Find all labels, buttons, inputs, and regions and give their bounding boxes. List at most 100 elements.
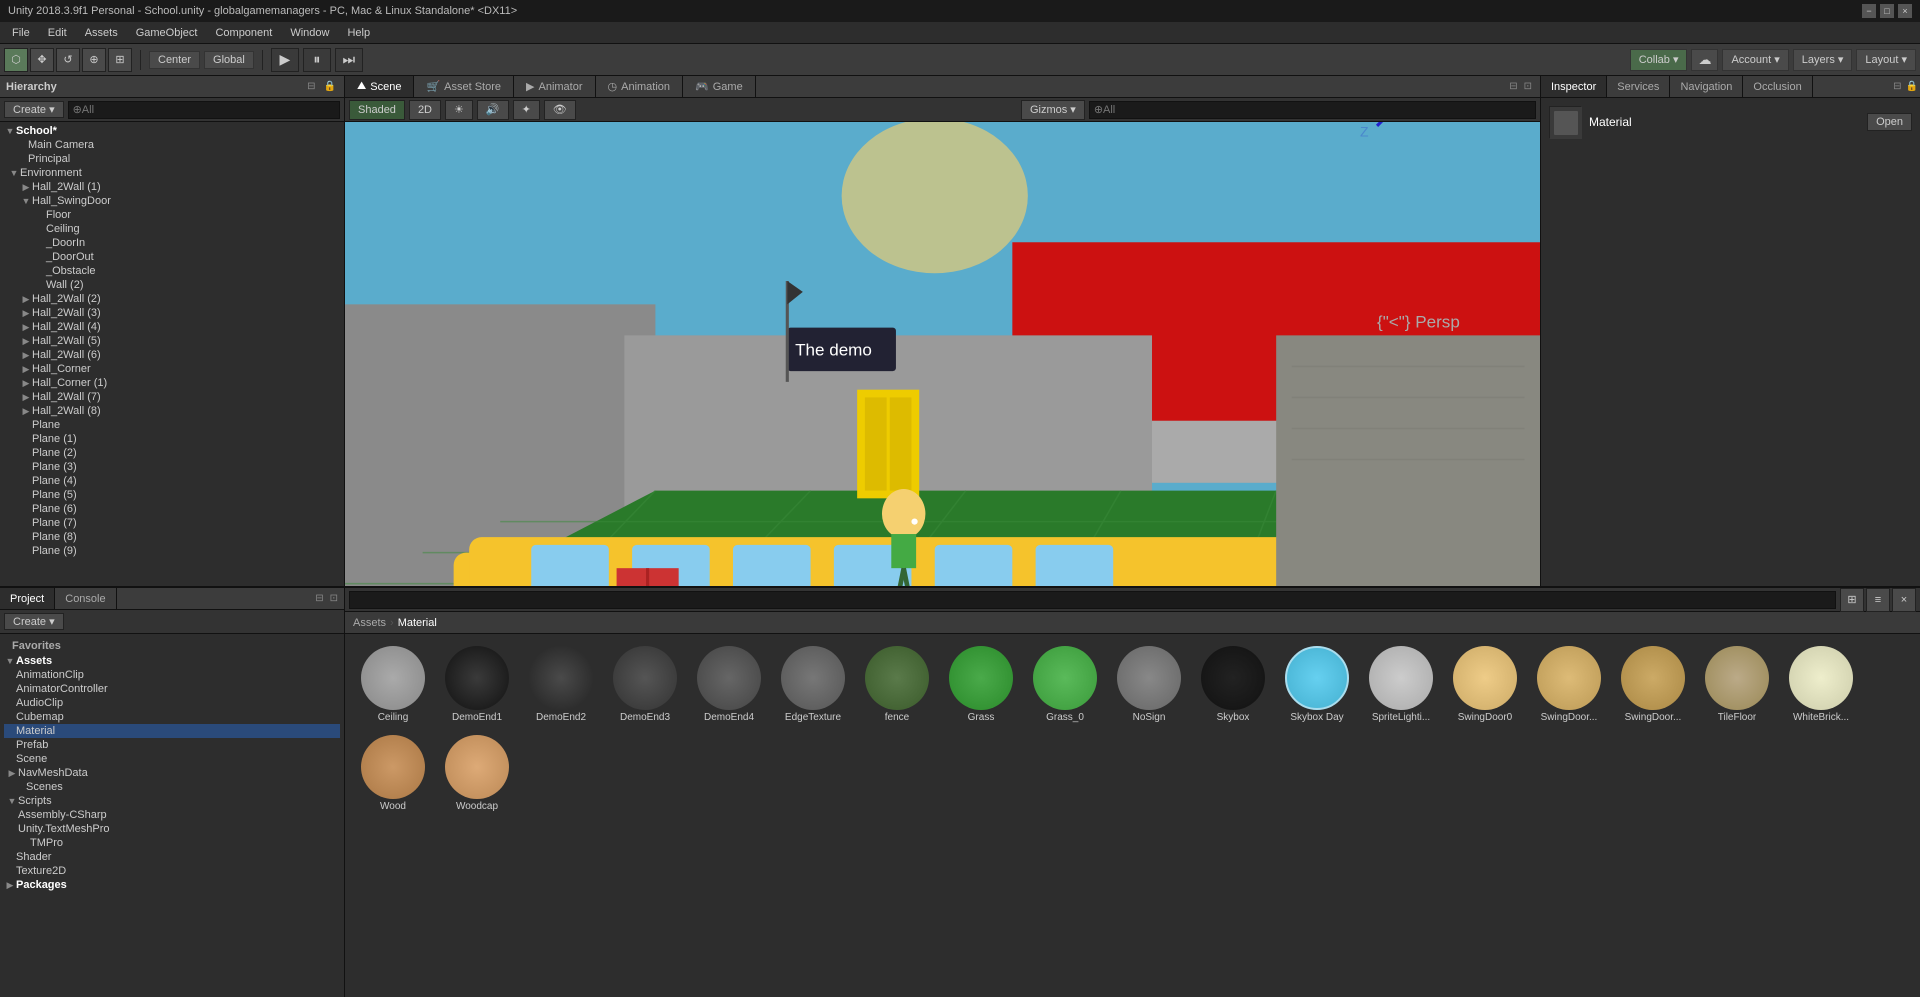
asset-item-grass0[interactable]: Grass_0 xyxy=(1025,642,1105,727)
asset-item-ceiling[interactable]: Ceiling xyxy=(353,642,433,727)
effects-toggle[interactable]: ✦ xyxy=(513,100,540,120)
tree-arrow[interactable]: ▼ xyxy=(4,126,16,136)
menu-assets[interactable]: Assets xyxy=(77,25,126,41)
step-button[interactable]: ⏭ xyxy=(335,48,363,72)
tree-item-doorout[interactable]: _DoorOut xyxy=(0,250,344,264)
asset-item-whitebrick[interactable]: WhiteBrick... xyxy=(1781,642,1861,727)
tree-item-hallcorner[interactable]: ▶ Hall_Corner xyxy=(0,362,344,376)
tree-arrow[interactable]: ▶ xyxy=(20,364,32,375)
scene-collapse[interactable]: ⊟ xyxy=(1507,81,1519,92)
scene-view[interactable]: SUB LOOHCS xyxy=(345,122,1540,586)
tree-item-assets[interactable]: ▼ Assets xyxy=(4,654,340,668)
search-sort-button[interactable]: ≡ xyxy=(1866,588,1890,612)
menu-edit[interactable]: Edit xyxy=(40,25,75,41)
tab-console[interactable]: Console xyxy=(55,588,116,609)
menu-gameobject[interactable]: GameObject xyxy=(128,25,206,41)
menu-component[interactable]: Component xyxy=(207,25,280,41)
tree-item-scene[interactable]: Scene xyxy=(4,752,340,766)
play-button[interactable]: ▶ xyxy=(271,48,299,72)
minimize-button[interactable]: − xyxy=(1862,4,1876,18)
asset-item-swingdoor2[interactable]: SwingDoor... xyxy=(1613,642,1693,727)
tree-item-plane3[interactable]: Plane (3) xyxy=(0,460,344,474)
asset-search[interactable] xyxy=(349,591,1836,609)
scene-maximize[interactable]: ⊡ xyxy=(1522,81,1534,92)
tree-item-animatorcontroller[interactable]: AnimatorController xyxy=(4,682,340,696)
menu-window[interactable]: Window xyxy=(282,25,337,41)
hierarchy-create-button[interactable]: Create ▾ xyxy=(4,101,64,118)
tab-asset-store[interactable]: 🛒 Asset Store xyxy=(414,76,514,97)
tool-move[interactable]: ✥ xyxy=(30,48,54,72)
tree-arrow[interactable]: ▼ xyxy=(6,796,18,806)
tree-item-scenes[interactable]: Scenes xyxy=(4,780,340,794)
cloud-button[interactable]: ☁ xyxy=(1691,49,1718,71)
search-close-button[interactable]: × xyxy=(1892,588,1916,612)
tool-rotate[interactable]: ↺ xyxy=(56,48,80,72)
asset-item-demoend4[interactable]: DemoEnd4 xyxy=(689,642,769,727)
tree-item-plane7[interactable]: Plane (7) xyxy=(0,516,344,530)
tab-scene[interactable]: ⛰ Scene xyxy=(345,76,414,97)
menu-file[interactable]: File xyxy=(4,25,38,41)
tree-item-floor[interactable]: Floor xyxy=(0,208,344,222)
project-create-button[interactable]: Create ▾ xyxy=(4,613,64,630)
tree-item-doorin[interactable]: _DoorIn xyxy=(0,236,344,250)
audio-toggle[interactable]: 🔊 xyxy=(477,100,509,120)
tool-rect[interactable]: ⊞ xyxy=(108,48,132,72)
tree-item-plane1[interactable]: Plane (1) xyxy=(0,432,344,446)
tree-item-hall2wall1[interactable]: ▶ Hall_2Wall (1) xyxy=(0,180,344,194)
asset-item-demoend1[interactable]: DemoEnd1 xyxy=(437,642,517,727)
tree-arrow[interactable]: ▶ xyxy=(20,182,32,193)
asset-item-swingdoor1[interactable]: SwingDoor... xyxy=(1529,642,1609,727)
tree-item-hall2wall8[interactable]: ▶ Hall_2Wall (8) xyxy=(0,404,344,418)
asset-item-skyboxday[interactable]: Skybox Day xyxy=(1277,642,1357,727)
window-controls[interactable]: − □ × xyxy=(1862,4,1912,18)
tree-arrow[interactable]: ▶ xyxy=(20,294,32,305)
asset-item-demoend3[interactable]: DemoEnd3 xyxy=(605,642,685,727)
tree-arrow[interactable]: ▼ xyxy=(8,168,20,178)
tool-hand[interactable]: ⬡ xyxy=(4,48,28,72)
hierarchy-lock[interactable]: 🔒 xyxy=(322,81,338,92)
tree-item-plane4[interactable]: Plane (4) xyxy=(0,474,344,488)
tab-navigation[interactable]: Navigation xyxy=(1670,76,1743,97)
tree-item-plane2[interactable]: Plane (2) xyxy=(0,446,344,460)
tree-item-animationclip[interactable]: AnimationClip xyxy=(4,668,340,682)
tree-item-shader[interactable]: Shader xyxy=(4,850,340,864)
tree-arrow[interactable]: ▶ xyxy=(20,308,32,319)
tree-item-packages[interactable]: ▶ Packages xyxy=(4,878,340,892)
asset-item-grass[interactable]: Grass xyxy=(941,642,1021,727)
asset-item-tilefloor[interactable]: TileFloor xyxy=(1697,642,1777,727)
tree-item-navmeshdata[interactable]: ▶ NavMeshData xyxy=(4,766,340,780)
tree-arrow[interactable]: ▼ xyxy=(20,196,32,206)
asset-item-spritelighting[interactable]: SpriteLighti... xyxy=(1361,642,1441,727)
collab-button[interactable]: Collab ▾ xyxy=(1630,49,1688,71)
tree-arrow[interactable]: ▼ xyxy=(4,656,16,666)
asset-item-nosign[interactable]: NoSign xyxy=(1109,642,1189,727)
tree-item-cubemap[interactable]: Cubemap xyxy=(4,710,340,724)
tree-item-plane6[interactable]: Plane (6) xyxy=(0,502,344,516)
project-maximize[interactable]: ⊡ xyxy=(328,593,340,604)
close-button[interactable]: × xyxy=(1898,4,1912,18)
gizmos-dropdown[interactable]: Gizmos ▾ xyxy=(1021,100,1085,120)
hierarchy-collapse[interactable]: ⊟ xyxy=(305,81,317,92)
tree-item-plane9[interactable]: Plane (9) xyxy=(0,544,344,558)
global-toggle[interactable]: Global xyxy=(204,51,254,69)
breadcrumb-material[interactable]: Material xyxy=(398,617,437,629)
tree-item-principal[interactable]: Principal xyxy=(0,152,344,166)
tree-arrow[interactable]: ▶ xyxy=(4,880,16,891)
tree-item-material[interactable]: Material xyxy=(4,724,340,738)
tree-item-unity-textmeshpro[interactable]: Unity.TextMeshPro xyxy=(4,822,340,836)
tree-item-hallcorner1[interactable]: ▶ Hall_Corner (1) xyxy=(0,376,344,390)
inspector-lock[interactable]: 🔒 xyxy=(1904,81,1920,92)
tree-item-hall2wall2[interactable]: ▶ Hall_2Wall (2) xyxy=(0,292,344,306)
scene-search[interactable] xyxy=(1089,101,1536,119)
tree-arrow[interactable]: ▶ xyxy=(20,336,32,347)
tree-arrow[interactable]: ▶ xyxy=(20,322,32,333)
inspector-collapse[interactable]: ⊟ xyxy=(1891,81,1903,92)
hierarchy-search[interactable] xyxy=(68,101,340,119)
maximize-button[interactable]: □ xyxy=(1880,4,1894,18)
tree-item-ceiling[interactable]: Ceiling xyxy=(0,222,344,236)
asset-item-fence[interactable]: fence xyxy=(857,642,937,727)
layout-dropdown[interactable]: Layout ▾ xyxy=(1856,49,1916,71)
tree-arrow[interactable]: ▶ xyxy=(20,406,32,417)
pause-button[interactable]: ⏸ xyxy=(303,48,331,72)
tab-project[interactable]: Project xyxy=(0,588,55,609)
